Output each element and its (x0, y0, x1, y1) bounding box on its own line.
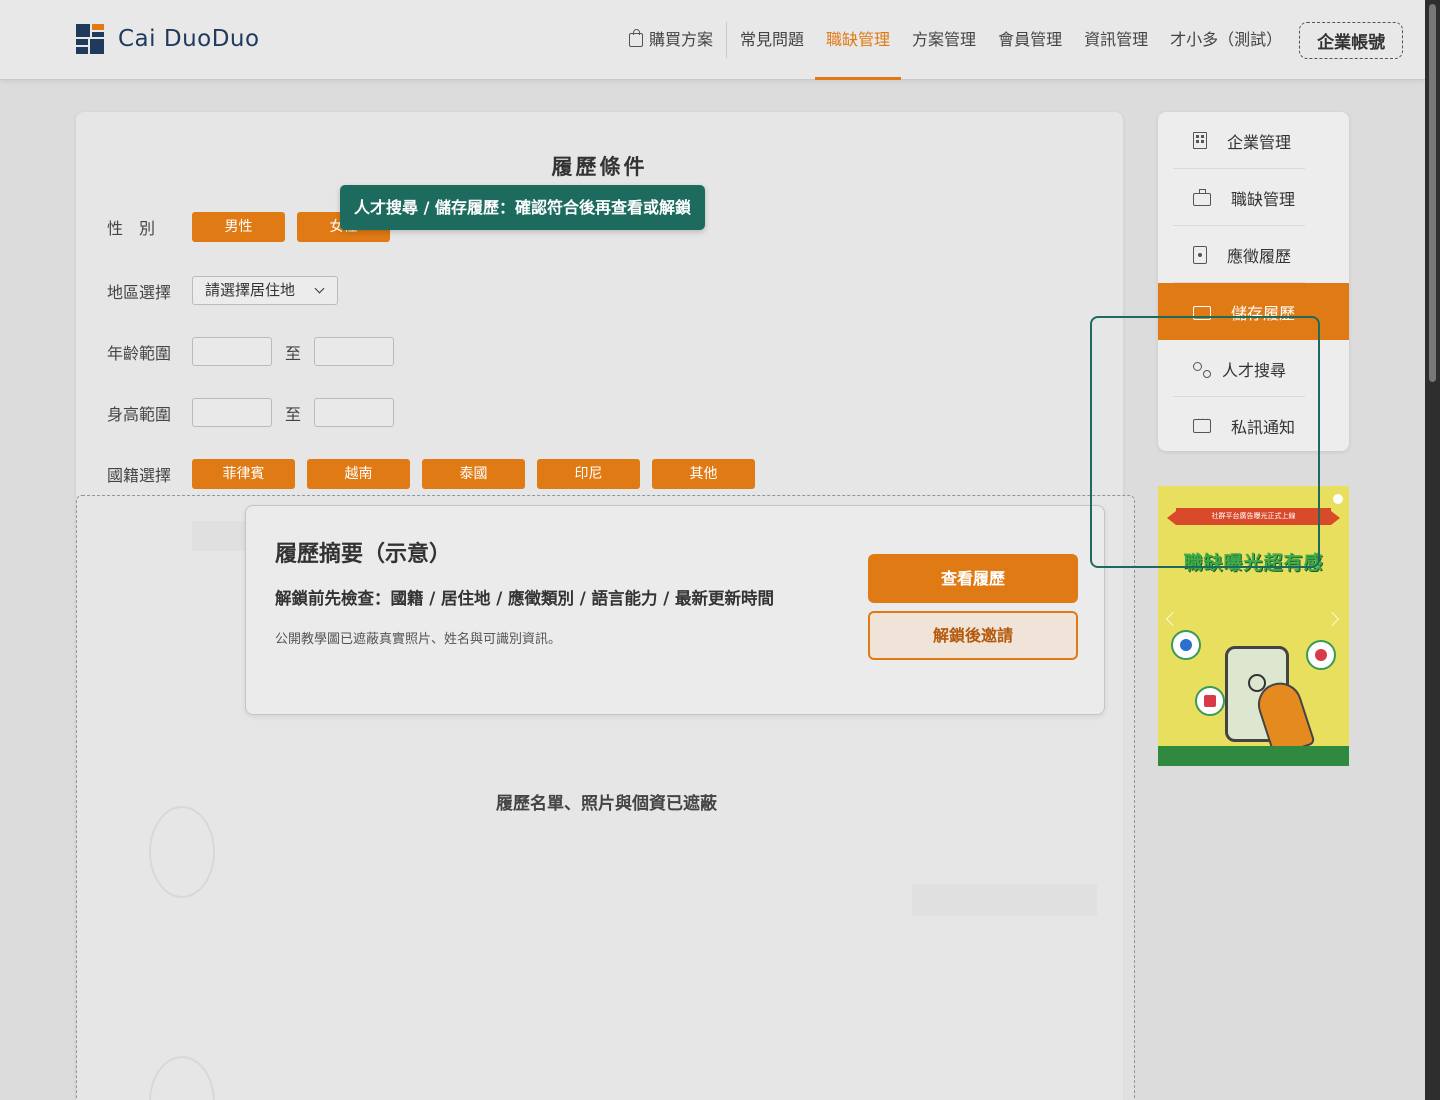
side-item-label: 企業管理 (1227, 132, 1292, 152)
side-item-company-management[interactable]: 企業管理 (1158, 112, 1349, 169)
nav-divider (726, 22, 728, 58)
blurred-placeholder (912, 884, 1097, 916)
nav-item-buy-plan[interactable]: 購買方案 (618, 0, 724, 80)
nationality-philippines-chip[interactable]: 菲律賓 (192, 459, 295, 489)
height-to-label: 至 (285, 404, 302, 424)
side-item-label: 應徵履歷 (1227, 246, 1292, 266)
notification-icon (1195, 686, 1225, 716)
side-item-job-management[interactable]: 職缺管理 (1158, 169, 1349, 226)
age-row: 年齡範圍 至 (107, 337, 395, 366)
user-search-icon (1193, 362, 1211, 378)
nationality-vietnam-chip[interactable]: 越南 (307, 459, 410, 489)
height-min-input[interactable] (192, 398, 272, 427)
height-row: 身高範圍 至 (107, 398, 395, 427)
nav-label: 購買方案 (649, 30, 714, 49)
carousel-prev-icon[interactable] (1165, 611, 1181, 627)
nav-item-member-management[interactable]: 會員管理 (987, 0, 1073, 80)
banner-footer-strip (1158, 746, 1349, 766)
nationality-label: 國籍選擇 (107, 466, 172, 485)
side-item-label: 人才搜尋 (1222, 360, 1287, 380)
carousel-dot[interactable] (1333, 494, 1343, 504)
blurred-avatar (149, 1056, 215, 1100)
age-label: 年齡範圍 (107, 343, 172, 363)
resume-icon (1193, 245, 1207, 264)
nav-item-info-management[interactable]: 資訊管理 (1073, 0, 1159, 80)
side-item-label: 儲存履歷 (1231, 303, 1296, 323)
region-select-value: 請選擇居住地 (205, 281, 296, 299)
side-menu: 企業管理 職缺管理 應徵履歷 儲存履歷 人才搜尋 私訊通知 (1158, 112, 1349, 451)
logo[interactable]: Cai DuoDuo (76, 24, 260, 54)
side-item-label: 私訊通知 (1231, 417, 1296, 437)
nationality-row: 國籍選擇 菲律賓 越南 泰國 印尼 其他 (107, 459, 767, 489)
unlock-invite-button[interactable]: 解鎖後邀請 (868, 611, 1078, 660)
region-row: 地區選擇 請選擇居住地 (107, 276, 338, 305)
shopping-bag-icon (629, 29, 643, 47)
carousel-next-icon[interactable] (1324, 611, 1340, 627)
region-label: 地區選擇 (107, 282, 172, 302)
region-select[interactable]: 請選擇居住地 (192, 276, 338, 305)
main-nav: 購買方案 常見問題 職缺管理 方案管理 會員管理 資訊管理 才小多（測試） 企業… (618, 0, 1404, 80)
side-item-saved-resumes[interactable]: 儲存履歷 (1158, 283, 1349, 340)
gender-male-chip[interactable]: 男性 (192, 212, 285, 242)
side-item-label: 職缺管理 (1231, 189, 1296, 209)
resume-summary-card: 履歷摘要（示意） 解鎖前先檢查：國籍 / 居住地 / 應徵類別 / 語言能力 /… (245, 505, 1105, 715)
view-resume-button[interactable]: 查看履歷 (868, 554, 1078, 603)
filter-title: 履歷條件 (551, 155, 648, 179)
banner-headline: 職缺曝光超有感 (1183, 552, 1324, 574)
guide-tooltip: 人才搜尋 / 儲存履歷：確認符合後再查看或解鎖 (340, 185, 705, 230)
briefcase-icon (1193, 189, 1211, 206)
chat-icon (1193, 415, 1211, 433)
nationality-indonesia-chip[interactable]: 印尼 (537, 459, 640, 489)
nationality-other-chip[interactable]: 其他 (652, 459, 755, 489)
age-to-label: 至 (285, 343, 302, 363)
summary-note: 公開教學圖已遮蔽真實照片、姓名與可識別資訊。 (275, 632, 562, 647)
side-item-private-messages[interactable]: 私訊通知 (1158, 397, 1349, 451)
age-min-input[interactable] (192, 337, 272, 366)
nav-item-job-management[interactable]: 職缺管理 (815, 0, 902, 80)
age-max-input[interactable] (314, 337, 395, 366)
height-max-input[interactable] (314, 398, 395, 427)
building-icon (1193, 132, 1207, 149)
banner-ribbon: 社群平台廣告曝光正式上線 (1167, 508, 1340, 525)
enterprise-account-button[interactable]: 企業帳號 (1299, 21, 1404, 59)
nationality-thailand-chip[interactable]: 泰國 (422, 459, 525, 489)
nav-item-test-account[interactable]: 才小多（測試） (1159, 0, 1293, 80)
heart-icon (1306, 640, 1336, 670)
gender-label: 性 別 (107, 219, 156, 238)
chevron-down-icon (314, 283, 325, 294)
page-scrollbar[interactable] (1425, 0, 1440, 1100)
top-header: Cai DuoDuo 購買方案 常見問題 職缺管理 方案管理 會員管理 資訊管理… (0, 0, 1425, 80)
summary-checklist: 解鎖前先檢查：國籍 / 居住地 / 應徵類別 / 語言能力 / 最新更新時間 (275, 589, 775, 608)
blurred-avatar (149, 806, 215, 898)
nav-item-faq[interactable]: 常見問題 (729, 0, 815, 80)
promo-banner[interactable]: 社群平台廣告曝光正式上線 職缺曝光超有感 (1158, 486, 1349, 766)
side-item-applications[interactable]: 應徵履歷 (1158, 226, 1349, 283)
scrollbar-thumb[interactable] (1429, 4, 1436, 382)
nav-item-plan-management[interactable]: 方案管理 (901, 0, 987, 80)
like-icon (1171, 630, 1201, 660)
masked-caption: 履歷名單、照片與個資已遮蔽 (496, 794, 717, 814)
folder-star-icon (1193, 306, 1211, 320)
side-item-talent-search[interactable]: 人才搜尋 (1158, 340, 1349, 397)
summary-title: 履歷摘要（示意） (275, 542, 452, 567)
logo-icon (76, 24, 104, 54)
logo-text: Cai DuoDuo (118, 26, 260, 52)
height-label: 身高範圍 (107, 404, 172, 424)
